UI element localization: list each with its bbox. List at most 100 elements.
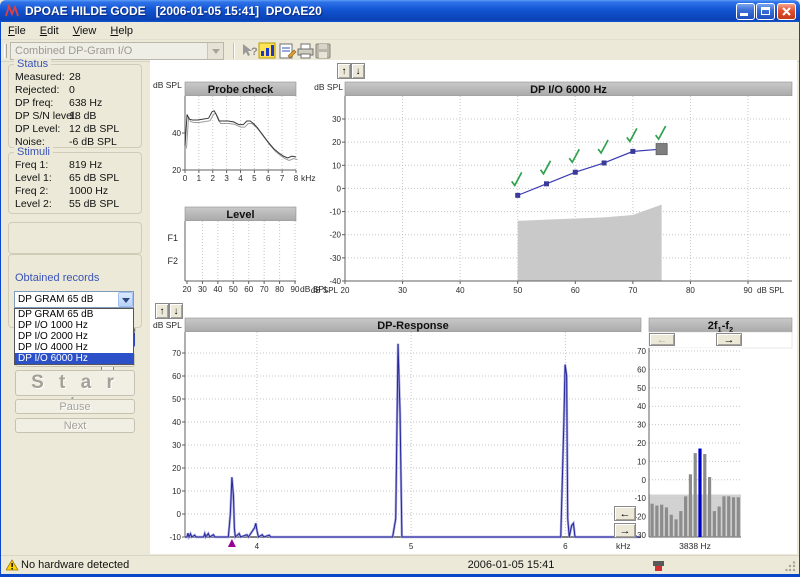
io-xtick: 30 [398, 286, 407, 295]
obtained-records-combo[interactable]: DP GRAM 65 dB [14, 291, 134, 308]
response-ylabel: dB SPL [153, 320, 182, 330]
arrow-up-icon: ↑ [342, 66, 347, 77]
arrow-right-icon: → [620, 525, 631, 537]
close-icon [781, 6, 793, 18]
resize-grip[interactable] [785, 561, 797, 573]
probe-xtick: 5 [252, 174, 257, 183]
info-value: 55 dB SPL [69, 198, 141, 211]
io-xtick: 20 [341, 286, 350, 295]
io-data-point[interactable] [630, 149, 635, 154]
dropdown-option[interactable]: DP GRAM 65 dB [15, 309, 133, 320]
dp-zoom-prev-button[interactable]: ← [649, 333, 675, 346]
dp-ytick: 0 [642, 476, 647, 485]
level-xtick: 90 [291, 285, 300, 294]
spectrum-bar [651, 504, 654, 537]
obtained-records-group [8, 222, 142, 254]
probe-xtick: 4 [238, 174, 243, 183]
menu-file[interactable]: File [1, 23, 33, 39]
toolbar: Combined DP-Gram I/O ? [1, 40, 799, 62]
dp_io_6000-title: DP I/O 6000 Hz [530, 84, 607, 96]
spectrum-bar [660, 505, 663, 537]
dropdown-option[interactable]: DP I/O 2000 Hz [15, 331, 133, 342]
probe-ytick: 20 [172, 166, 181, 175]
response-pan-right-button[interactable]: → [614, 523, 636, 538]
report-button[interactable] [278, 42, 297, 60]
pause-button[interactable]: Pause [15, 399, 135, 414]
obtained-records-label: Obtained records [13, 272, 101, 284]
info-label: Freq 2: [15, 185, 69, 198]
info-row: Level 1:65 dB SPL [15, 172, 141, 185]
info-value: 638 Hz [69, 97, 141, 110]
io-data-point[interactable] [544, 181, 549, 186]
dropdown-option[interactable]: DP I/O 6000 Hz [15, 353, 133, 364]
obtained-records-value: DP GRAM 65 dB [15, 294, 118, 305]
toolbar-grip[interactable] [4, 44, 7, 58]
io-data-point[interactable] [515, 193, 520, 198]
dp-ytick: 20 [637, 439, 646, 448]
minimize-icon [740, 13, 748, 16]
measurement-mode-value: Combined DP-Gram I/O [11, 45, 207, 57]
start-button[interactable]: S t a r t [15, 370, 135, 396]
context-help-button[interactable]: ? [240, 42, 259, 60]
minimize-button[interactable] [736, 3, 755, 20]
spectrum-bar [732, 497, 735, 537]
spectrum-bar [708, 477, 711, 537]
response-pan-left-button[interactable]: ← [614, 506, 636, 521]
spectrum-bar [722, 496, 725, 537]
charts-area: dB SPLProbe check2040012345678kHzLevelF1… [150, 60, 797, 554]
response-ytick: 70 [172, 349, 181, 358]
info-value: -6 dB SPL [69, 136, 141, 149]
toolbar-separator [233, 43, 235, 59]
io-scale-down-button[interactable]: ↓ [351, 63, 365, 79]
response-scale-up-button[interactable]: ↑ [155, 303, 169, 319]
io-ytick: -20 [329, 231, 341, 240]
io-selected-point[interactable] [656, 144, 667, 155]
spectrum-bar [689, 474, 692, 537]
menu-view[interactable]: View [66, 23, 104, 39]
io-xlabel-right: dB SPL [757, 286, 785, 295]
io-xtick: 70 [628, 286, 637, 295]
info-value: 18 dB [69, 110, 141, 123]
dp-ytick: 60 [637, 365, 646, 374]
close-button[interactable] [777, 3, 796, 20]
io-ytick: 0 [337, 184, 342, 193]
maximize-button[interactable] [756, 3, 775, 20]
dp-frequency-marker[interactable] [228, 539, 236, 547]
response-ytick: -10 [169, 533, 181, 542]
response-scale-down-button[interactable]: ↓ [169, 303, 183, 319]
response-xtick: 6 [563, 542, 568, 551]
combo-dropdown-icon[interactable] [118, 292, 133, 307]
status-datetime: 2006-01-05 15:41 [421, 559, 601, 571]
status-bar: No hardware detected 2006-01-05 15:41 [1, 555, 799, 574]
print-button[interactable] [296, 42, 315, 60]
dp-gram-view-button[interactable] [258, 42, 277, 60]
probe-xtick: 0 [183, 174, 188, 183]
info-row: Rejected:0 [15, 84, 141, 97]
status-group-title: Status [14, 58, 51, 70]
io-scale-up-button[interactable]: ↑ [337, 63, 351, 79]
level-xtick: 50 [229, 285, 238, 294]
next-button[interactable]: Next [15, 418, 135, 433]
stimuli-group: Stimuli Freq 1:819 HzLevel 1:65 dB SPLFr… [8, 152, 142, 214]
dp-ytick: -20 [634, 513, 646, 522]
io-xtick: 50 [513, 286, 522, 295]
dp-zoom-next-button[interactable]: → [716, 333, 742, 346]
info-row: DP S/N level:18 dB [15, 110, 141, 123]
info-label: DP Level: [15, 123, 69, 136]
save-button[interactable] [314, 42, 333, 60]
title-bar[interactable]: DPOAE HILDE GODE [2006-01-05 15:41] DPOA… [0, 0, 800, 22]
io-data-point[interactable] [573, 170, 578, 175]
io-data-point[interactable] [602, 160, 607, 165]
arrow-left-icon: ← [657, 334, 668, 346]
menu-help[interactable]: Help [103, 23, 140, 39]
dropdown-option[interactable]: DP I/O 1000 Hz [15, 320, 133, 331]
info-value: 65 dB SPL [69, 172, 141, 185]
spectrum-bar [684, 496, 687, 537]
menu-edit[interactable]: Edit [33, 23, 66, 39]
spectrum-bar [703, 454, 706, 537]
level-xtick: 20 [183, 285, 192, 294]
response-ytick: 0 [177, 510, 182, 519]
io-xtick: 90 [744, 286, 753, 295]
dropdown-option[interactable]: DP I/O 4000 Hz [15, 342, 133, 353]
probe_check-title: Probe check [208, 84, 274, 96]
